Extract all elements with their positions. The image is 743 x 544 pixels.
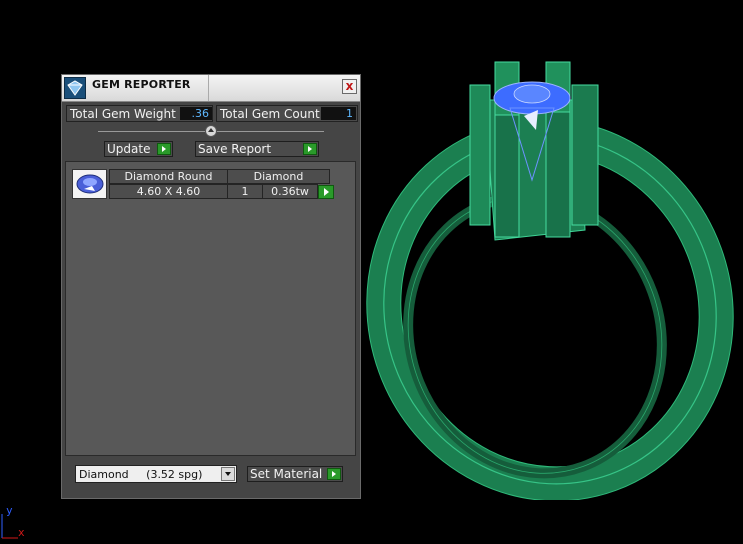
gem-row-arrow-button[interactable] [318,185,334,199]
gem-logo-icon [67,80,83,96]
close-button[interactable]: x [342,79,357,94]
save-report-button[interactable]: Save Report [195,141,319,157]
set-material-button[interactable]: Set Material [247,466,343,482]
save-report-arrow-icon [303,143,317,155]
gem-size-cell: 4.60 X 4.60 [109,184,228,199]
panel-title: GEM REPORTER [92,78,191,91]
gem-weight-cell: 0.36tw [262,184,318,199]
axis-x-label: x [18,526,25,539]
gem-reporter-panel: GEM REPORTER x Total Gem Weight .36 Tota… [61,74,361,499]
gem-list[interactable]: Diamond Round Diamond 4.60 X 4.60 1 0.36… [65,161,356,456]
splitter-handle[interactable] [205,125,217,137]
ring-3d-model[interactable] [360,40,743,500]
diamond-gem-icon [76,174,104,194]
axis-indicator: y x [0,500,40,540]
set-material-button-label: Set Material [250,467,323,481]
update-button-label: Update [107,142,151,156]
material-dropdown-value: Diamond (3.52 spg) [79,468,203,481]
total-gem-weight-value: .36 [180,107,212,120]
total-gem-weight-box: Total Gem Weight .36 [66,105,213,122]
titlebar-divider [208,75,209,101]
save-report-button-label: Save Report [198,142,272,156]
total-gem-count-value: 1 [321,107,356,120]
gem-shape-cell: Diamond Round [109,169,228,184]
axis-y-label: y [6,504,13,517]
total-gem-count-box: Total Gem Count 1 [216,105,358,122]
panel-titlebar[interactable]: GEM REPORTER x [62,75,360,102]
gem-count-cell: 1 [227,184,263,199]
gem-material-cell: Diamond [227,169,330,184]
set-material-arrow-icon [327,468,341,480]
total-gem-count-label: Total Gem Count [220,107,320,121]
3d-viewport[interactable]: y x GEM REPORTER x Total Gem Weight .36 … [0,0,743,540]
material-dropdown[interactable]: Diamond (3.52 spg) [75,465,237,483]
close-icon: x [345,79,354,93]
update-arrow-icon [157,143,171,155]
gem-thumbnail[interactable] [72,169,107,199]
gem-list-item[interactable]: Diamond Round Diamond 4.60 X 4.60 1 0.36… [72,169,334,199]
chevron-down-icon[interactable] [221,467,235,481]
update-button[interactable]: Update [104,141,173,157]
app-logo-icon [64,77,86,99]
total-gem-weight-label: Total Gem Weight [70,107,176,121]
